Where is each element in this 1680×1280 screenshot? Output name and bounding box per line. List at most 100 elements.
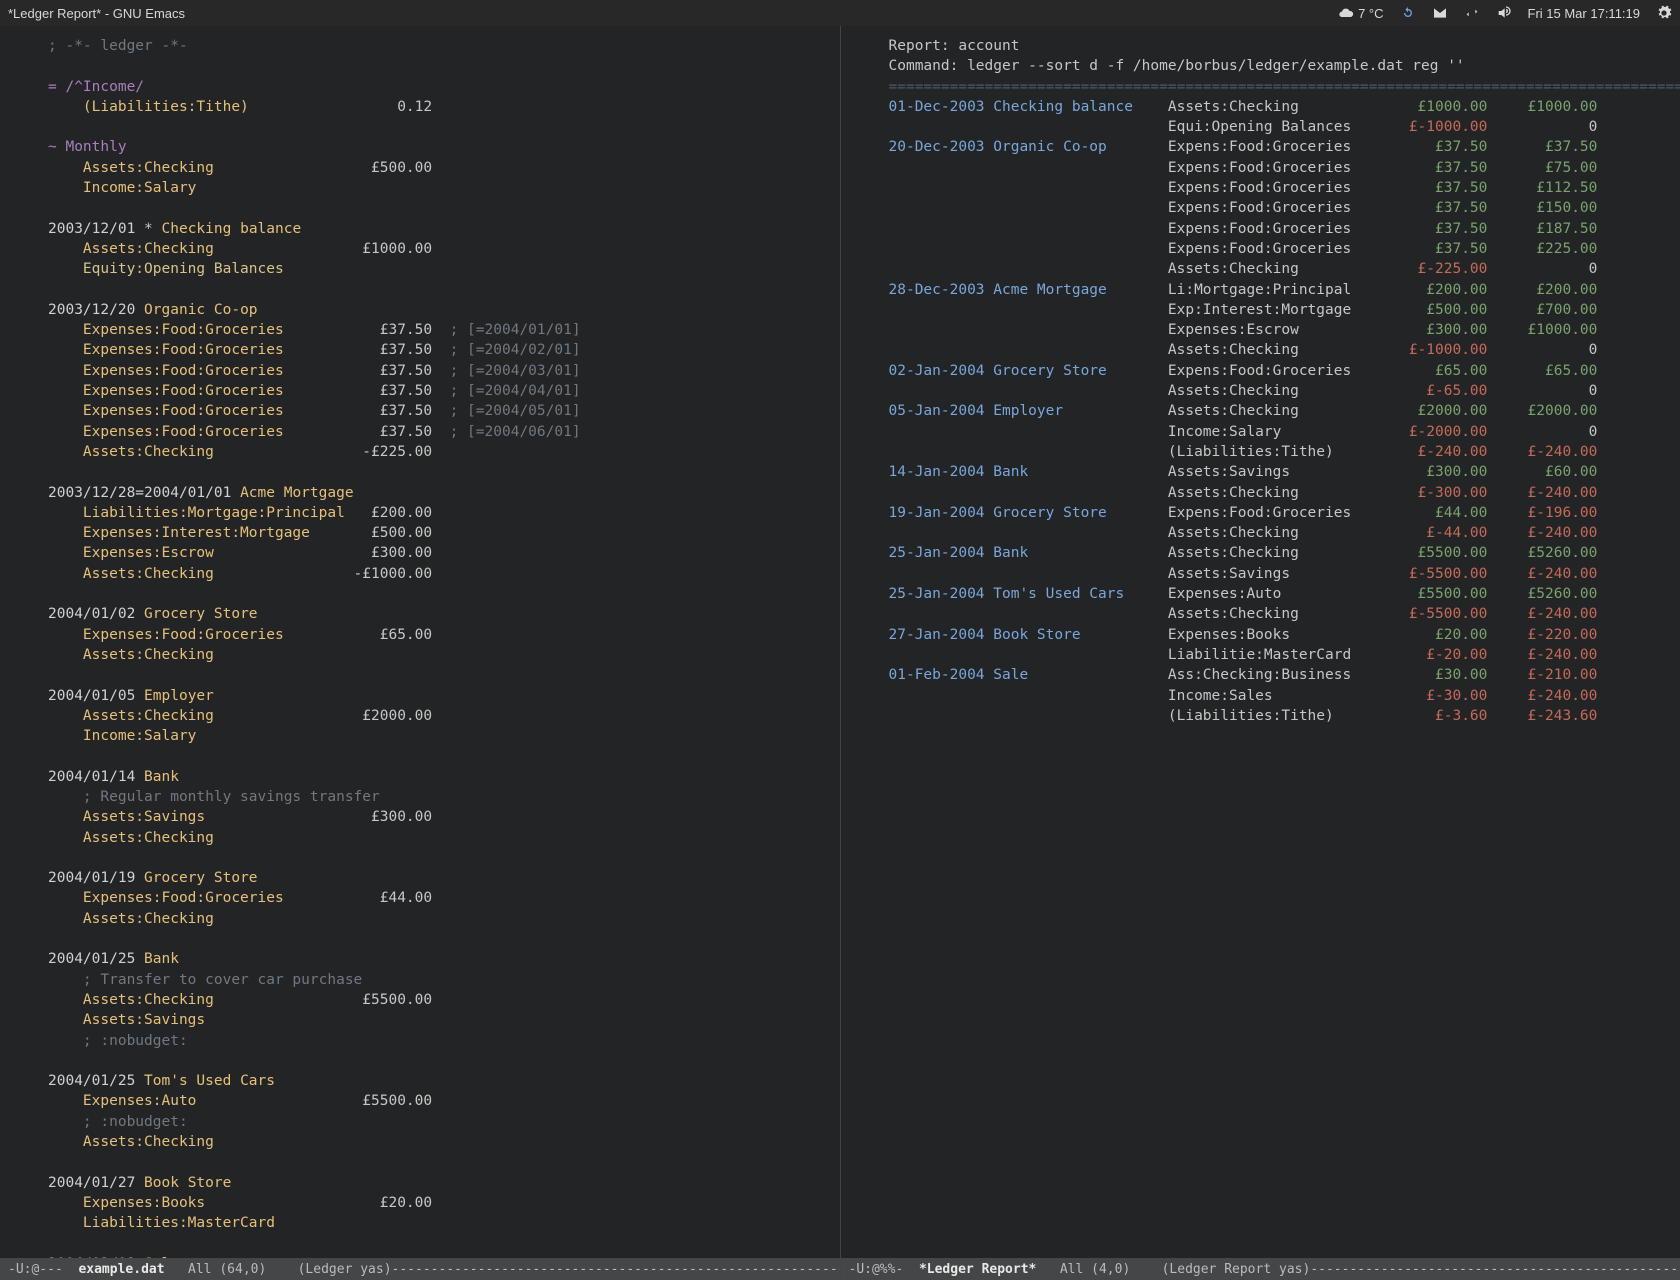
txn-date: 2004/01/19 bbox=[48, 870, 135, 886]
posting-amount: £200.00 bbox=[345, 505, 432, 521]
row-account: Assets:Checking bbox=[1168, 99, 1378, 115]
network-icon[interactable] bbox=[1464, 5, 1480, 21]
posting-account: Assets:Checking bbox=[83, 241, 345, 257]
mail-icon[interactable] bbox=[1432, 5, 1448, 21]
report-row: Expens:Food:Groceries £37.50£187.50 bbox=[889, 219, 1665, 239]
posting-amount: £20.00 bbox=[345, 1195, 432, 1211]
txn-payee: Grocery Store bbox=[144, 870, 258, 886]
posting-amount: 0.12 bbox=[345, 99, 432, 115]
ledger-source-buffer[interactable]: ; -*- ledger -*- = /^Income/ (Liabilitie… bbox=[0, 26, 840, 1258]
row-payee: Grocery Store bbox=[993, 363, 1168, 379]
row-payee: Bank bbox=[993, 464, 1168, 480]
posting-amount: -£1000.00 bbox=[345, 566, 432, 582]
row-running: £-240.00 bbox=[1487, 686, 1597, 706]
row-payee: Employer bbox=[993, 403, 1168, 419]
row-amount: £-240.00 bbox=[1377, 442, 1487, 462]
report-row: 27-Jan-2004 Book Store Expenses:Books £2… bbox=[889, 625, 1665, 645]
report-row: Expenses:Escrow £300.00£1000.00 bbox=[889, 320, 1665, 340]
txn-payee: Checking balance bbox=[162, 221, 302, 237]
txn-date: 2003/12/20 bbox=[48, 302, 135, 318]
posting-account: Expenses:Auto bbox=[83, 1093, 345, 1109]
row-date: 28-Dec-2003 bbox=[889, 282, 994, 298]
row-running: £37.50 bbox=[1487, 137, 1597, 157]
row-payee bbox=[993, 485, 1168, 501]
txn-payee: Grocery Store bbox=[144, 606, 258, 622]
posting-comment: ; [=2004/02/01] bbox=[432, 342, 580, 358]
row-payee bbox=[993, 342, 1168, 358]
row-amount: £37.50 bbox=[1377, 219, 1487, 239]
row-running: £-240.00 bbox=[1487, 523, 1597, 543]
row-date bbox=[889, 241, 994, 257]
row-running: 0 bbox=[1487, 381, 1597, 401]
row-running: £1000.00 bbox=[1487, 320, 1597, 340]
posting-amount: £65.00 bbox=[345, 627, 432, 643]
row-account: Assets:Checking bbox=[1168, 403, 1378, 419]
posting-account: Liabilities:MasterCard bbox=[83, 1215, 345, 1231]
row-running: £1000.00 bbox=[1487, 97, 1597, 117]
row-running: £5260.00 bbox=[1487, 584, 1597, 604]
row-amount: £300.00 bbox=[1377, 320, 1487, 340]
row-account: Ass:Checking:Business bbox=[1168, 667, 1378, 683]
row-account: Assets:Checking bbox=[1168, 525, 1378, 541]
settings-icon[interactable] bbox=[1656, 5, 1672, 21]
posting-account: Expenses:Food:Groceries bbox=[83, 627, 345, 643]
row-date bbox=[889, 180, 994, 196]
report-row: Expens:Food:Groceries £37.50£75.00 bbox=[889, 158, 1665, 178]
refresh-icon[interactable] bbox=[1400, 5, 1416, 21]
report-row: Income:Sales £-30.00£-240.00 bbox=[889, 686, 1665, 706]
row-amount: £30.00 bbox=[1377, 665, 1487, 685]
report-row: 01-Feb-2004 Sale Ass:Checking:Business £… bbox=[889, 665, 1665, 685]
row-running: £187.50 bbox=[1487, 219, 1597, 239]
ledger-report-buffer[interactable]: Report: account Command: ledger --sort d… bbox=[841, 26, 1680, 1258]
row-amount: £-30.00 bbox=[1377, 686, 1487, 706]
row-payee bbox=[993, 688, 1168, 704]
row-payee bbox=[993, 221, 1168, 237]
row-date bbox=[889, 647, 994, 663]
row-date bbox=[889, 160, 994, 176]
row-amount: £-2000.00 bbox=[1377, 422, 1487, 442]
volume-icon[interactable] bbox=[1496, 5, 1512, 21]
row-running: £-240.00 bbox=[1487, 442, 1597, 462]
row-account: Expenses:Books bbox=[1168, 627, 1378, 643]
row-date bbox=[889, 424, 994, 440]
report-row: Assets:Savings £-5500.00£-240.00 bbox=[889, 564, 1665, 584]
posting-account: Expenses:Food:Groceries bbox=[83, 363, 345, 379]
posting-amount: £500.00 bbox=[345, 525, 432, 541]
row-running: £65.00 bbox=[1487, 361, 1597, 381]
row-date bbox=[889, 566, 994, 582]
posting-amount: £1000.00 bbox=[345, 241, 432, 257]
row-amount: £2000.00 bbox=[1377, 401, 1487, 421]
row-amount: £200.00 bbox=[1377, 280, 1487, 300]
posting-account: Assets:Checking bbox=[83, 647, 345, 663]
posting-comment: ; [=2004/06/01] bbox=[432, 424, 580, 440]
row-account: Expens:Food:Groceries bbox=[1168, 180, 1378, 196]
line: ; -*- ledger -*- bbox=[48, 38, 188, 54]
row-date: 01-Dec-2003 bbox=[889, 99, 994, 115]
row-payee bbox=[993, 525, 1168, 541]
txn-date: 2004/01/05 bbox=[48, 688, 135, 704]
row-running: 0 bbox=[1487, 259, 1597, 279]
row-date bbox=[889, 261, 994, 277]
row-date: 05-Jan-2004 bbox=[889, 403, 994, 419]
row-running: £700.00 bbox=[1487, 300, 1597, 320]
row-payee: Acme Mortgage bbox=[993, 282, 1168, 298]
row-payee bbox=[993, 302, 1168, 318]
txn-payee: Bank bbox=[144, 951, 179, 967]
posting-account: Expenses:Food:Groceries bbox=[83, 424, 345, 440]
report-row: (Liabilities:Tithe) £-3.60£-243.60 bbox=[889, 706, 1665, 726]
row-payee bbox=[993, 606, 1168, 622]
row-amount: £-1000.00 bbox=[1377, 340, 1487, 360]
txn-payee: Employer bbox=[144, 688, 214, 704]
row-account: Expens:Food:Groceries bbox=[1168, 363, 1378, 379]
posting-amount: £37.50 bbox=[345, 363, 432, 379]
weather-widget[interactable]: 7 °C bbox=[1338, 5, 1383, 21]
cloud-icon bbox=[1338, 5, 1354, 21]
report-row: Assets:Checking £-5500.00£-240.00 bbox=[889, 604, 1665, 624]
row-account: Assets:Checking bbox=[1168, 342, 1378, 358]
row-account: Assets:Savings bbox=[1168, 464, 1378, 480]
posting-account: Expenses:Food:Groceries bbox=[83, 890, 345, 906]
row-running: £-240.00 bbox=[1487, 564, 1597, 584]
row-payee bbox=[993, 383, 1168, 399]
row-payee: Checking balance bbox=[993, 99, 1168, 115]
txn-date: 2003/12/01 bbox=[48, 221, 135, 237]
